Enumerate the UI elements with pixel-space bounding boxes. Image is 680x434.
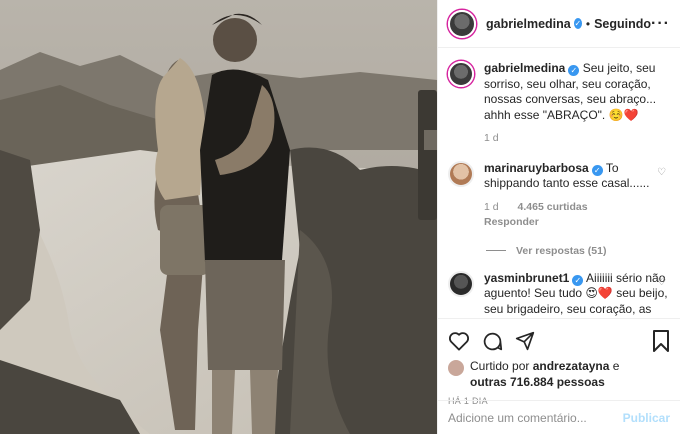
verified-badge-icon: ✓ — [568, 65, 580, 76]
post-photo[interactable] — [0, 0, 437, 434]
add-comment-input[interactable] — [448, 410, 623, 425]
liked-by-user[interactable]: andrezatayna — [533, 359, 610, 373]
comment-like-heart-icon[interactable]: ♡ — [657, 277, 666, 288]
liked-by-prefix: Curtido por — [470, 359, 530, 373]
add-comment-bar: Publicar — [438, 400, 680, 434]
reply-button[interactable]: Responder — [484, 216, 539, 228]
comment-avatar[interactable] — [448, 270, 474, 297]
comment-age: 1 d — [484, 200, 499, 213]
author-avatar[interactable] — [448, 9, 476, 38]
comments-list[interactable]: gabrielmedina ✓ Seu jeito, seu sorriso, s… — [438, 49, 680, 317]
verified-badge-icon: ✓ — [591, 164, 603, 176]
caption: gabrielmedina ✓ Seu jeito, seu sorriso, s… — [448, 61, 670, 147]
verified-badge-icon: ✓ — [573, 18, 582, 29]
comment-avatar[interactable] — [448, 160, 474, 187]
bookmark-save-icon[interactable] — [652, 330, 670, 352]
post-image — [0, 0, 437, 434]
view-replies-link[interactable]: Ver respostas (51) — [486, 245, 670, 257]
liked-by: Curtido por andrezatayna e outras 716.88… — [448, 359, 670, 390]
publish-button[interactable]: Publicar — [623, 411, 670, 425]
replies-divider — [486, 250, 506, 251]
liked-by-others[interactable]: outras 716.884 pessoas — [470, 375, 605, 389]
author-username[interactable]: gabrielmedina — [486, 17, 571, 31]
caption-username[interactable]: gabrielmedina — [484, 61, 565, 75]
caption-age: 1 d — [484, 132, 499, 144]
more-options-icon[interactable]: ··· — [651, 15, 670, 33]
comment-username[interactable]: marinaruybarbosa — [484, 161, 589, 175]
verified-badge-icon: ✓ — [572, 274, 584, 286]
view-replies-label: Ver respostas (51) — [516, 244, 607, 257]
like-heart-icon[interactable] — [448, 331, 470, 351]
follow-state-button[interactable]: Seguindo — [594, 17, 651, 31]
liker-avatar[interactable] — [448, 360, 464, 376]
comment-like-heart-icon[interactable]: ♡ — [657, 167, 666, 178]
comment-item: marinaruybarbosa ✓ To shippando tanto ess… — [448, 160, 670, 231]
post-actions: Curtido por andrezatayna e outras 716.88… — [438, 318, 680, 406]
caption-avatar[interactable] — [448, 61, 474, 87]
post-header: gabrielmedina ✓ • Seguindo ··· — [438, 0, 680, 48]
share-paper-plane-icon[interactable] — [515, 331, 535, 351]
separator-dot: • — [585, 16, 591, 31]
comment-item: yasminbrunet1 ✓ Aiiiiiii sério não aguent… — [448, 270, 670, 318]
comment-likes[interactable]: 4.465 curtidas — [518, 201, 588, 213]
liked-by-conjunction: e — [612, 359, 620, 373]
comment-username[interactable]: yasminbrunet1 — [484, 271, 569, 285]
comment-bubble-icon[interactable] — [482, 331, 503, 352]
post-side-panel: gabrielmedina ✓ • Seguindo ··· gabrielme… — [437, 0, 680, 434]
